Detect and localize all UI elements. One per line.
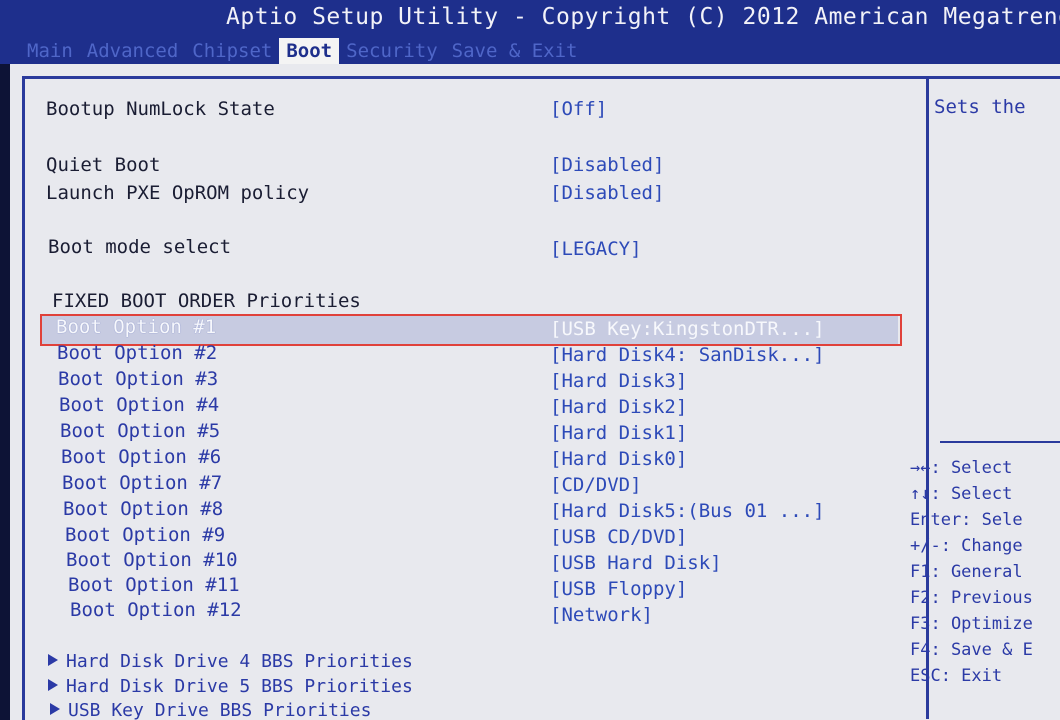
bootup-numlock-value[interactable]: [Off] <box>550 98 607 120</box>
help-description: Sets the <box>934 96 1026 118</box>
boot-option-7-value[interactable]: [CD/DVD] <box>550 474 642 496</box>
help-nav-line-3: Enter: Sele <box>910 510 1023 530</box>
boot-option-10-value[interactable]: [USB Hard Disk] <box>550 552 722 574</box>
boot-option-6-label[interactable]: Boot Option #6 <box>61 446 221 468</box>
tab-main[interactable]: Main <box>20 38 80 64</box>
boot-option-3-label[interactable]: Boot Option #3 <box>58 368 218 390</box>
boot-option-11-value[interactable]: [USB Floppy] <box>550 578 687 600</box>
tab-chipset[interactable]: Chipset <box>185 38 279 64</box>
help-nav-line-6: F2: Previous <box>910 588 1033 608</box>
submenu-hdd4-bbs[interactable]: Hard Disk Drive 4 BBS Priorities <box>48 651 413 672</box>
boot-option-8-label[interactable]: Boot Option #8 <box>63 498 223 520</box>
boot-option-9-label[interactable]: Boot Option #9 <box>65 524 225 546</box>
boot-option-4-label[interactable]: Boot Option #4 <box>59 394 219 416</box>
boot-option-11-label[interactable]: Boot Option #11 <box>68 574 240 596</box>
boot-option-5-label[interactable]: Boot Option #5 <box>60 420 220 442</box>
help-nav-line-8: F4: Save & E <box>910 640 1033 660</box>
launch-pxe-label: Launch PXE OpROM policy <box>46 182 310 204</box>
submenu-hdd4-label: Hard Disk Drive 4 BBS Priorities <box>66 651 413 672</box>
boot-option-9-value[interactable]: [USB CD/DVD] <box>550 526 687 548</box>
boot-option-10-label[interactable]: Boot Option #10 <box>66 549 238 571</box>
boot-option-12-label[interactable]: Boot Option #12 <box>70 599 242 621</box>
boot-mode-value[interactable]: [LEGACY] <box>550 238 642 260</box>
tab-advanced[interactable]: Advanced <box>80 38 186 64</box>
help-nav-line-5: F1: General <box>910 562 1023 582</box>
app-title: Aptio Setup Utility - Copyright (C) 2012… <box>226 4 1060 30</box>
bios-screen: Aptio Setup Utility - Copyright (C) 2012… <box>0 0 1060 720</box>
submenu-hdd5-bbs[interactable]: Hard Disk Drive 5 BBS Priorities <box>48 676 413 697</box>
boot-option-1-label[interactable]: Boot Option #1 <box>56 316 216 338</box>
submenu-hdd5-label: Hard Disk Drive 5 BBS Priorities <box>66 676 413 697</box>
help-nav-line-1: →←: Select <box>910 458 1013 478</box>
quiet-boot-label: Quiet Boot <box>46 154 161 176</box>
boot-option-8-value[interactable]: [Hard Disk5:(Bus 01 ...] <box>550 500 825 522</box>
help-nav-line-7: F3: Optimize <box>910 614 1033 634</box>
tab-security[interactable]: Security <box>339 38 445 64</box>
help-separator <box>940 441 1060 443</box>
boot-option-3-value[interactable]: [Hard Disk3] <box>550 370 687 392</box>
boot-option-4-value[interactable]: [Hard Disk2] <box>550 396 687 418</box>
section-title: FIXED BOOT ORDER Priorities <box>52 290 361 312</box>
header-bar: Aptio Setup Utility - Copyright (C) 2012… <box>0 0 1060 64</box>
submenu-arrow-icon <box>48 679 58 691</box>
help-nav-line-9: ESC: Exit <box>910 666 1003 686</box>
launch-pxe-value[interactable]: [Disabled] <box>550 182 664 204</box>
boot-option-1-value[interactable]: [USB Key:KingstonDTR...] <box>550 318 825 340</box>
submenu-usb-key-label: USB Key Drive BBS Priorities <box>68 700 372 720</box>
tab-boot[interactable]: Boot <box>279 38 340 64</box>
boot-mode-label: Boot mode select <box>48 236 232 258</box>
boot-option-5-value[interactable]: [Hard Disk1] <box>550 422 687 444</box>
submenu-usb-key-bbs[interactable]: USB Key Drive BBS Priorities <box>50 700 371 720</box>
boot-option-6-value[interactable]: [Hard Disk0] <box>550 448 687 470</box>
quiet-boot-value[interactable]: [Disabled] <box>550 154 664 176</box>
boot-option-2-label[interactable]: Boot Option #2 <box>57 342 217 364</box>
boot-option-12-value[interactable]: [Network] <box>550 604 653 626</box>
boot-option-7-label[interactable]: Boot Option #7 <box>62 472 222 494</box>
boot-option-2-value[interactable]: [Hard Disk4: SanDisk...] <box>550 344 825 366</box>
help-nav-line-4: +/-: Change <box>910 536 1023 556</box>
tab-save-exit[interactable]: Save & Exit <box>445 38 585 64</box>
help-nav-line-2: ↑↓: Select <box>910 484 1013 504</box>
settings-panel: Bootup NumLock State [Off] Quiet Boot [D… <box>10 64 1060 720</box>
bootup-numlock-label: Bootup NumLock State <box>46 98 275 120</box>
tab-bar: Main Advanced Chipset Boot Security Save & Ex… <box>20 38 584 64</box>
submenu-arrow-icon <box>48 654 58 666</box>
submenu-arrow-icon <box>50 703 60 715</box>
